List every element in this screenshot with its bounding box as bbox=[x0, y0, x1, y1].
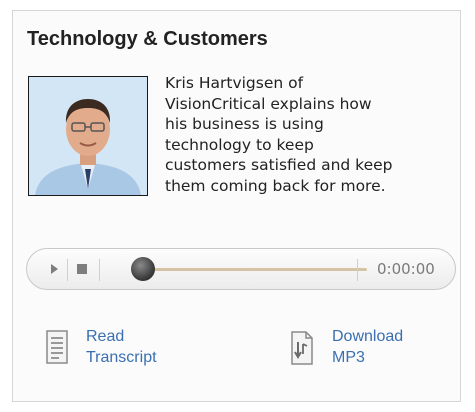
divider bbox=[67, 259, 68, 281]
read-transcript-link[interactable]: Read Transcript bbox=[86, 326, 157, 368]
download-icon bbox=[291, 331, 313, 365]
audio-player: 0:00:00 bbox=[26, 248, 456, 290]
speaker-photo bbox=[28, 76, 148, 196]
seek-handle[interactable] bbox=[131, 257, 155, 281]
episode-description: Kris Hartvigsen of VisionCritical explai… bbox=[165, 73, 455, 196]
download-mp3-link[interactable]: Download MP3 bbox=[332, 326, 403, 368]
document-icon bbox=[46, 330, 68, 364]
play-icon bbox=[51, 264, 58, 274]
transcript-link-icon[interactable] bbox=[46, 330, 68, 369]
person-photo-icon bbox=[29, 77, 147, 195]
description-line: Kris Hartvigsen of bbox=[165, 74, 304, 92]
download-link-icon[interactable] bbox=[290, 330, 314, 371]
link-line: Download bbox=[332, 328, 404, 345]
description-line: VisionCritical explains how bbox=[165, 94, 372, 113]
stop-icon bbox=[77, 264, 87, 274]
description-line: customers satisfied and keep bbox=[165, 156, 393, 174]
divider bbox=[357, 259, 358, 281]
progress-track[interactable] bbox=[147, 268, 367, 271]
link-line: MP3 bbox=[332, 349, 365, 366]
play-button[interactable] bbox=[41, 249, 67, 289]
time-display: 0:00:00 bbox=[377, 260, 435, 278]
description-line: them coming back for more. bbox=[165, 176, 386, 195]
description-line: his business is using bbox=[165, 115, 324, 133]
link-line: Read bbox=[86, 328, 125, 345]
description-line: technology to keep bbox=[165, 135, 314, 154]
link-line: Transcript bbox=[86, 349, 157, 366]
divider bbox=[99, 259, 100, 281]
widget-title: Technology & Customers bbox=[27, 28, 268, 50]
stop-button[interactable] bbox=[69, 249, 95, 289]
